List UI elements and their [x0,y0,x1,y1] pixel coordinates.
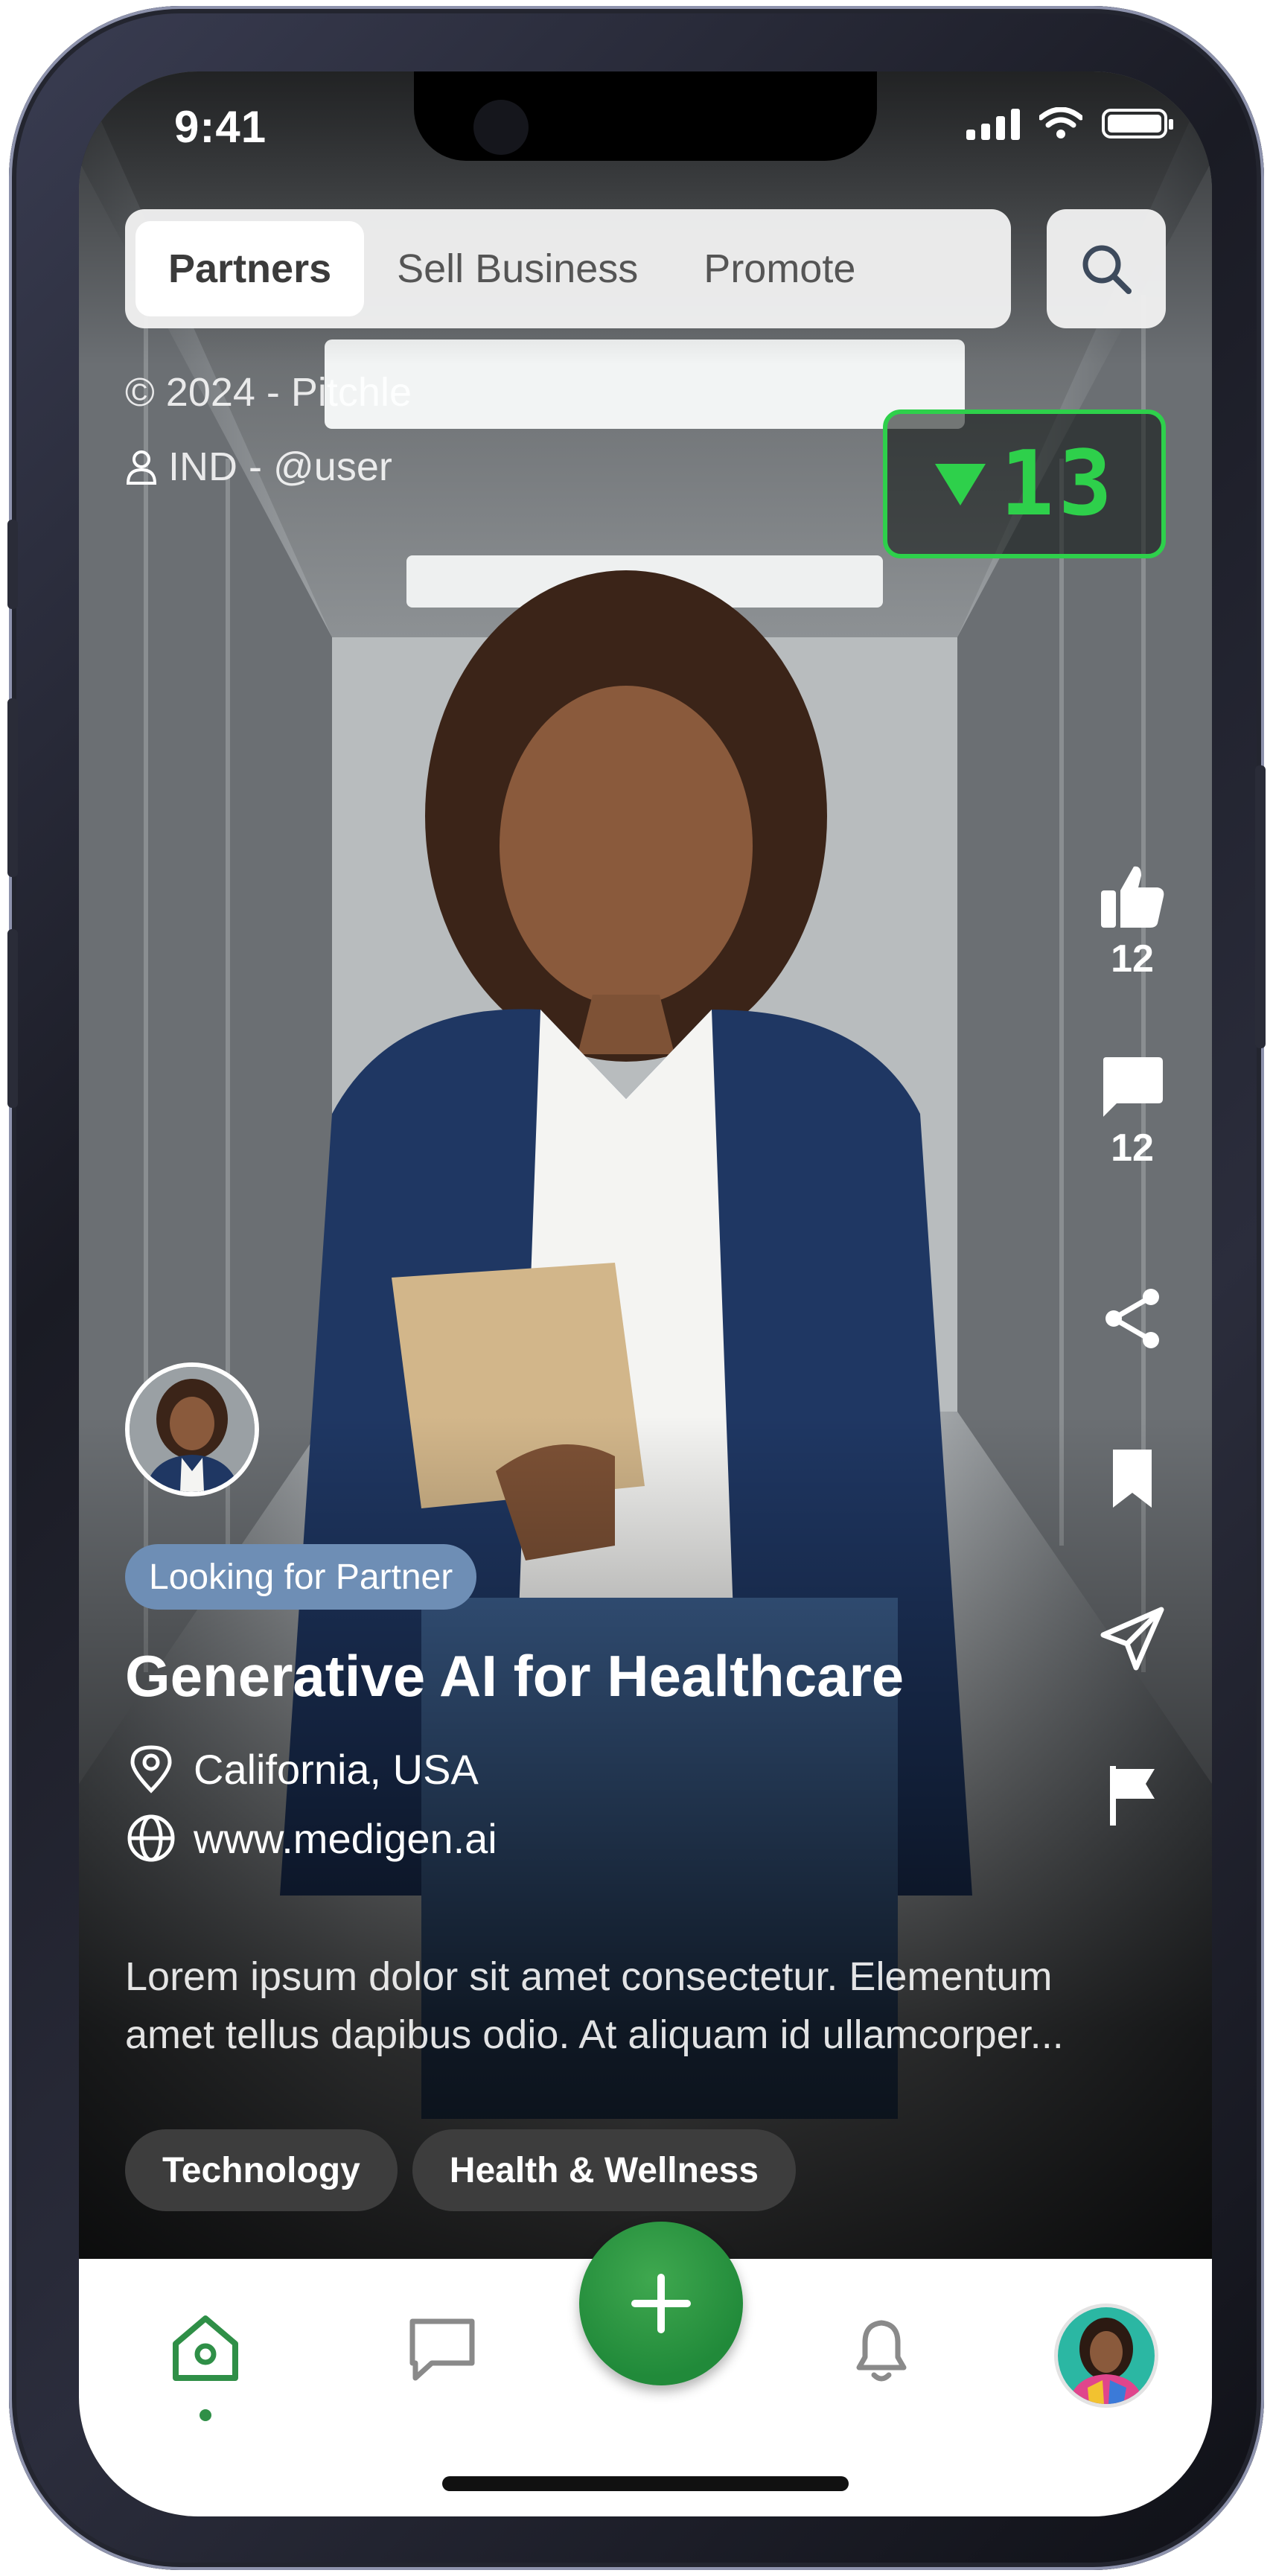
like-action[interactable]: 12 [1076,861,1188,981]
location-text: California, USA [194,1745,479,1793]
send-action[interactable] [1076,1605,1188,1672]
tag-health-wellness[interactable]: Health & Wellness [412,2129,797,2211]
send-icon [1100,1607,1164,1671]
author-avatar[interactable] [125,1362,259,1496]
website-link[interactable]: www.medigen.ai [194,1814,497,1863]
screen: 9:41 Partners Sell Business Promote © 20… [79,71,1212,2516]
battery-icon [1102,109,1173,138]
author-avatar-image [130,1367,255,1492]
tab-promote[interactable]: Promote [671,221,888,316]
status-bar: 9:41 [79,71,1212,205]
post-title: Generative AI for Healthcare [125,1643,904,1709]
post-description: Lorem ipsum dolor sit amet consectetur. … [125,1948,1167,2064]
copyright-text: © 2024 - Pitchle [125,370,412,415]
copyright-line: © 2024 - Pitchle [125,369,412,415]
vote-counter[interactable]: 13 [883,409,1166,558]
wifi-icon [1039,107,1082,138]
tag-list: Technology Health & Wellness [125,2129,797,2211]
thumbs-up-icon [1101,866,1164,928]
nav-profile-avatar[interactable] [1054,2304,1158,2408]
location-pin-icon [130,1745,172,1794]
cellular-signal-icon [966,107,1020,140]
user-line: IND - @user [125,444,392,490]
volume-up-button [7,698,18,877]
search-icon [1082,245,1132,294]
plus-icon [631,2274,691,2333]
flag-icon [1110,1766,1155,1826]
bookmark-icon [1113,1450,1152,1508]
phone-frame: 9:41 Partners Sell Business Promote © 20… [7,6,1266,2570]
location-row: California, USA [125,1743,479,1795]
tab-partners[interactable]: Partners [135,221,365,316]
comment-count: 12 [1111,1126,1154,1170]
like-count: 12 [1111,937,1154,981]
status-icons [966,107,1173,140]
profile-avatar-image [1058,2307,1155,2404]
bookmark-action[interactable] [1076,1445,1188,1512]
tag-technology[interactable]: Technology [125,2129,398,2211]
website-row[interactable]: www.medigen.ai [125,1812,497,1864]
globe-icon [127,1814,175,1862]
looking-for-partner-badge: Looking for Partner [125,1544,477,1610]
nav-messages[interactable] [398,2304,487,2393]
home-indicator [442,2476,849,2491]
front-camera [473,100,529,155]
share-icon [1106,1289,1159,1348]
description-line: Lorem ipsum dolor sit amet consectetur. … [125,1954,1053,1999]
nav-home[interactable] [161,2304,250,2393]
bell-icon [856,2320,907,2382]
tab-sell-business[interactable]: Sell Business [364,221,671,316]
counter-value: 13 [1000,432,1117,536]
triangle-down-icon [935,464,986,506]
comment-action[interactable]: 12 [1076,1054,1188,1170]
user-icon [126,450,157,485]
user-handle: IND - @user [168,444,392,489]
home-icon [173,2315,238,2381]
power-button [1255,765,1266,1048]
create-post-button[interactable] [579,2222,743,2385]
description-line: amet tellus dapibus odio. At aliquam id … [125,2012,1064,2057]
active-indicator [200,2409,211,2421]
search-button[interactable] [1047,209,1166,328]
report-action[interactable] [1076,1762,1188,1829]
chat-icon [409,2318,475,2381]
mute-switch [7,520,18,609]
nav-notifications[interactable] [837,2304,926,2393]
volume-down-button [7,929,18,1108]
share-action[interactable] [1076,1285,1188,1352]
status-time: 9:41 [174,102,267,152]
comment-icon [1103,1057,1163,1117]
feed-tab-bar: Partners Sell Business Promote [125,209,1011,328]
